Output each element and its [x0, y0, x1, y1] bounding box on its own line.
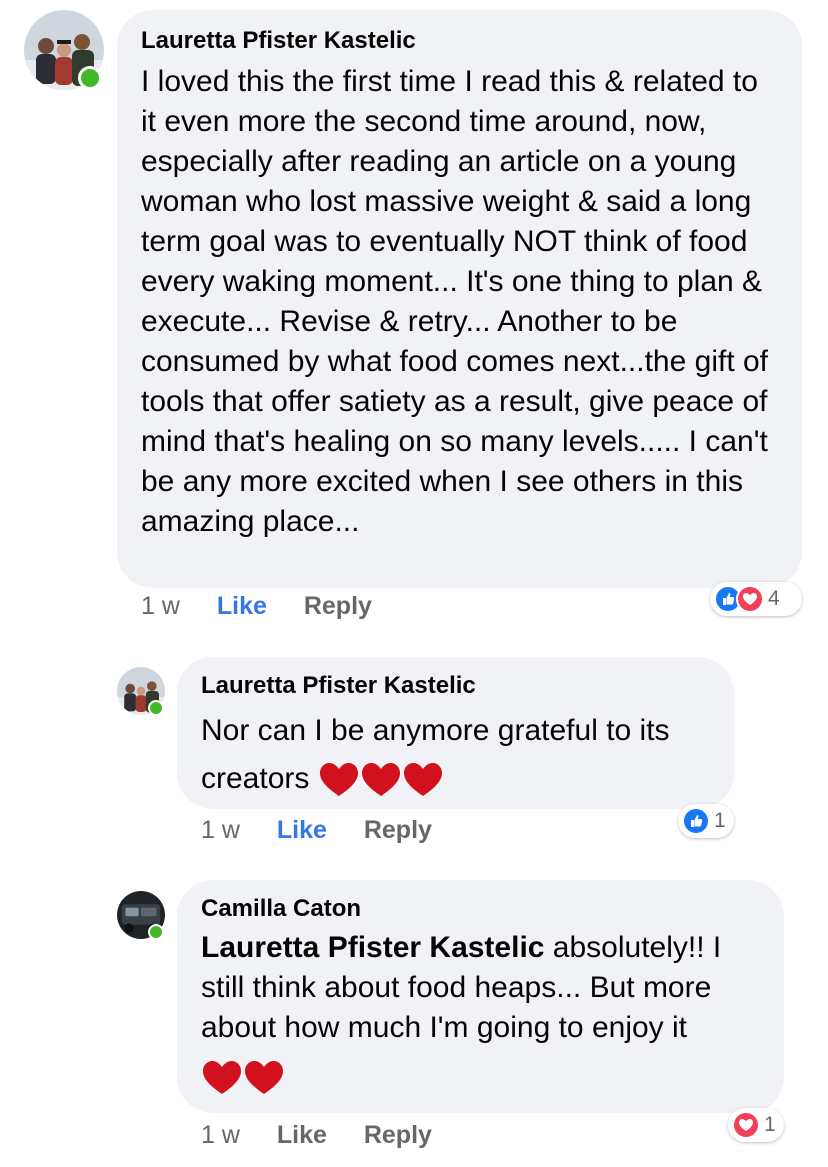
reaction-summary[interactable]: 4: [710, 582, 802, 616]
comment-bubble: Lauretta Pfister Kastelic I loved this t…: [117, 10, 802, 588]
comment-author[interactable]: Lauretta Pfister Kastelic: [201, 671, 710, 701]
online-status-indicator: [148, 924, 164, 940]
like-icon: [682, 807, 710, 835]
comment-actions: 1 w Like Reply: [201, 816, 432, 845]
comment-bubble: Lauretta Pfister Kastelic Nor can I be a…: [177, 657, 734, 809]
mention-link[interactable]: Lauretta Pfister Kastelic: [201, 931, 544, 964]
comment-actions: 1 w Like Reply: [141, 592, 372, 621]
online-status-indicator: [148, 700, 164, 716]
reaction-count: 4: [768, 587, 780, 610]
reaction-count: 1: [714, 809, 726, 832]
comment-timestamp[interactable]: 1 w: [201, 1121, 240, 1150]
comment-text: Nor can I be anymore grateful to its cre…: [201, 707, 710, 803]
reply-button[interactable]: Reply: [364, 816, 432, 845]
comment-actions: 1 w Like Reply: [201, 1121, 432, 1150]
heart-emoji-icon: [403, 763, 442, 797]
comment-bubble: Camilla Caton Lauretta Pfister Kastelic …: [177, 880, 784, 1113]
heart-emoji-icon: [361, 763, 400, 797]
comment-text: Lauretta Pfister Kastelic absolutely!! I…: [201, 928, 760, 1048]
heart-emoji-row: [319, 763, 442, 797]
reaction-summary[interactable]: 1: [728, 1108, 784, 1142]
reaction-summary[interactable]: 1: [678, 804, 734, 838]
reply-button[interactable]: Reply: [364, 1121, 432, 1150]
like-button[interactable]: Like: [217, 592, 267, 621]
heart-emoji-icon: [245, 1061, 283, 1094]
reaction-count: 1: [764, 1113, 776, 1136]
reply-button[interactable]: Reply: [304, 592, 372, 621]
comment-author[interactable]: Lauretta Pfister Kastelic: [141, 26, 778, 56]
online-status-indicator: [78, 66, 102, 90]
love-icon: [732, 1111, 760, 1139]
like-button[interactable]: Like: [277, 1121, 327, 1150]
comment-timestamp[interactable]: 1 w: [201, 816, 240, 845]
comment-text: I loved this the first time I read this …: [141, 65, 769, 538]
heart-emoji-icon: [203, 1061, 241, 1094]
like-button[interactable]: Like: [277, 816, 327, 845]
comment-timestamp[interactable]: 1 w: [141, 592, 180, 621]
heart-emoji-icon: [319, 763, 358, 797]
comment-author[interactable]: Camilla Caton: [201, 894, 760, 924]
love-icon: [736, 585, 764, 613]
heart-emoji-row: [203, 1061, 283, 1094]
